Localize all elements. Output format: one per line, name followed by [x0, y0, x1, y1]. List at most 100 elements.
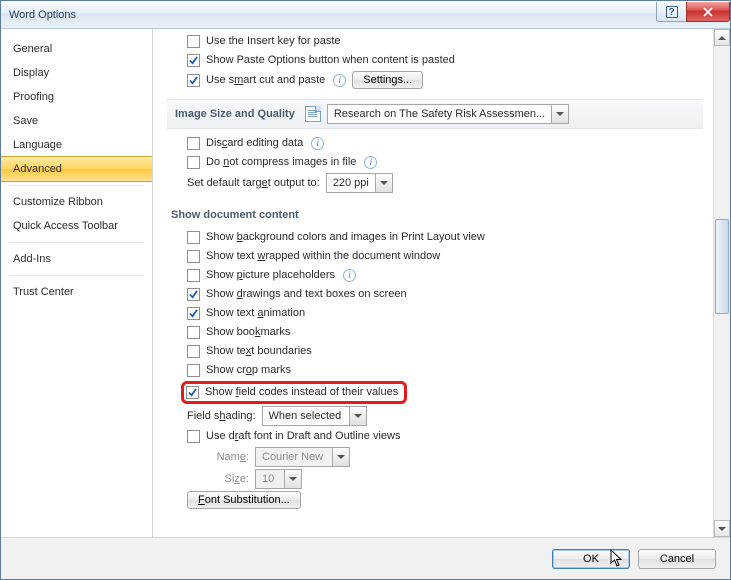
close-icon [703, 7, 713, 17]
scroll-down-button[interactable] [714, 520, 730, 537]
field-codes-checkbox[interactable] [186, 386, 199, 399]
discard-editing-label: Discard editing data [206, 135, 303, 152]
text-anim-checkbox[interactable] [187, 307, 200, 320]
ok-button[interactable]: OK [552, 549, 630, 569]
sidebar-item-addins[interactable]: Add-Ins [1, 247, 152, 271]
bg-colors-row: Show background colors and images in Pri… [187, 229, 703, 246]
font-substitution-button[interactable]: Font Substitution... [187, 491, 301, 509]
category-sidebar: General Display Proofing Save Language A… [1, 29, 153, 537]
close-button[interactable] [686, 2, 730, 22]
dialog-footer: OK Cancel [1, 537, 730, 579]
title-bar: Word Options ? [1, 1, 730, 29]
bg-colors-checkbox[interactable] [187, 231, 200, 244]
crop-marks-checkbox[interactable] [187, 364, 200, 377]
settings-button[interactable]: Settings... [352, 71, 423, 89]
image-size-section-label: Image Size and Quality [175, 108, 295, 120]
cancel-button[interactable]: Cancel [638, 549, 716, 569]
sidebar-separator [9, 275, 144, 276]
dialog-body: General Display Proofing Save Language A… [1, 29, 730, 537]
info-icon[interactable]: i [311, 137, 324, 150]
vertical-scrollbar[interactable] [713, 29, 730, 537]
pic-place-checkbox[interactable] [187, 269, 200, 282]
sidebar-item-qat[interactable]: Quick Access Toolbar [1, 214, 152, 238]
info-icon[interactable]: i [343, 269, 356, 282]
smart-cut-label: Use smart cut and paste [206, 72, 325, 89]
no-compress-row: Do not compress images in file i [187, 154, 703, 171]
discard-editing-checkbox[interactable] [187, 137, 200, 150]
drawings-row: Show drawings and text boxes on screen [187, 286, 703, 303]
discard-editing-row: Discard editing data i [187, 135, 703, 152]
field-shading-select[interactable]: When selected [262, 406, 367, 426]
font-name-select: Courier New [255, 447, 350, 467]
show-document-section: Show document content [171, 205, 703, 225]
sidebar-item-general[interactable]: General [1, 37, 152, 61]
ppi-select[interactable]: 220 ppi [326, 173, 393, 193]
sidebar-item-display[interactable]: Display [1, 61, 152, 85]
crop-marks-label: Show crop marks [206, 362, 291, 379]
chevron-down-icon [718, 527, 726, 531]
sidebar-item-proofing[interactable]: Proofing [1, 85, 152, 109]
text-wrap-row: Show text wrapped within the document wi… [187, 248, 703, 265]
font-size-select: 10 [255, 469, 302, 489]
drawings-label: Show drawings and text boxes on screen [206, 286, 407, 303]
pic-place-label: Show picture placeholders [206, 267, 335, 284]
info-icon[interactable]: i [333, 74, 346, 87]
image-doc-select[interactable]: Research on The Safety Risk Assessmen... [327, 104, 569, 124]
text-anim-row: Show text animation [187, 305, 703, 322]
bookmarks-checkbox[interactable] [187, 326, 200, 339]
draft-font-row: Use draft font in Draft and Outline view… [187, 428, 703, 445]
use-insert-key-row: Use the Insert key for paste [187, 33, 703, 50]
no-compress-label: Do not compress images in file [206, 154, 356, 171]
font-size-label: Size: [207, 471, 249, 488]
sidebar-item-language[interactable]: Language [1, 133, 152, 157]
sidebar-separator [9, 185, 144, 186]
field-codes-label: Show field codes instead of their values [205, 384, 398, 401]
show-paste-opts-checkbox[interactable] [187, 54, 200, 67]
sidebar-separator [9, 242, 144, 243]
window-title: Word Options [9, 9, 656, 21]
sidebar-item-trust-center[interactable]: Trust Center [1, 280, 152, 304]
sidebar-item-customize-ribbon[interactable]: Customize Ribbon [1, 190, 152, 214]
font-name-label: Name: [207, 449, 249, 466]
text-bound-row: Show text boundaries [187, 343, 703, 360]
field-codes-row: Show field codes instead of their values [181, 381, 407, 404]
drawings-checkbox[interactable] [187, 288, 200, 301]
show-paste-opts-row: Show Paste Options button when content i… [187, 52, 703, 69]
crop-marks-row: Show crop marks [187, 362, 703, 379]
info-icon[interactable]: i [364, 156, 377, 169]
sidebar-item-save[interactable]: Save [1, 109, 152, 133]
font-sub-row: Font Substitution... [187, 491, 703, 509]
scroll-thumb[interactable] [715, 219, 729, 314]
no-compress-checkbox[interactable] [187, 156, 200, 169]
help-button[interactable]: ? [656, 2, 686, 22]
field-shading-label: Field shading: [187, 408, 256, 425]
chevron-down-icon [354, 414, 362, 418]
show-document-section-label: Show document content [171, 209, 299, 221]
text-bound-checkbox[interactable] [187, 345, 200, 358]
draft-font-checkbox[interactable] [187, 430, 200, 443]
default-target-label: Set default target output to: [187, 175, 320, 192]
chevron-down-icon [289, 477, 297, 481]
use-insert-key-checkbox[interactable] [187, 35, 200, 48]
use-insert-key-label: Use the Insert key for paste [206, 33, 341, 50]
text-wrap-checkbox[interactable] [187, 250, 200, 263]
document-icon [305, 106, 321, 122]
text-bound-label: Show text boundaries [206, 343, 312, 360]
word-options-dialog: Word Options ? General Display Proofing … [0, 0, 731, 580]
chevron-down-icon [337, 455, 345, 459]
scroll-up-button[interactable] [714, 29, 730, 46]
bg-colors-label: Show background colors and images in Pri… [206, 229, 485, 246]
pic-place-row: Show picture placeholders i [187, 267, 703, 284]
text-anim-label: Show text animation [206, 305, 305, 322]
chevron-down-icon [380, 181, 388, 185]
show-paste-opts-label: Show Paste Options button when content i… [206, 52, 455, 69]
bookmarks-row: Show bookmarks [187, 324, 703, 341]
font-size-row: Size: 10 [207, 469, 703, 489]
font-name-row: Name: Courier New [207, 447, 703, 467]
image-size-section: Image Size and Quality Research on The S… [167, 99, 703, 129]
sidebar-item-advanced[interactable]: Advanced [1, 156, 152, 182]
chevron-up-icon [718, 36, 726, 40]
smart-cut-checkbox[interactable] [187, 74, 200, 87]
window-buttons: ? [656, 1, 730, 28]
field-shading-row: Field shading: When selected [187, 406, 703, 426]
